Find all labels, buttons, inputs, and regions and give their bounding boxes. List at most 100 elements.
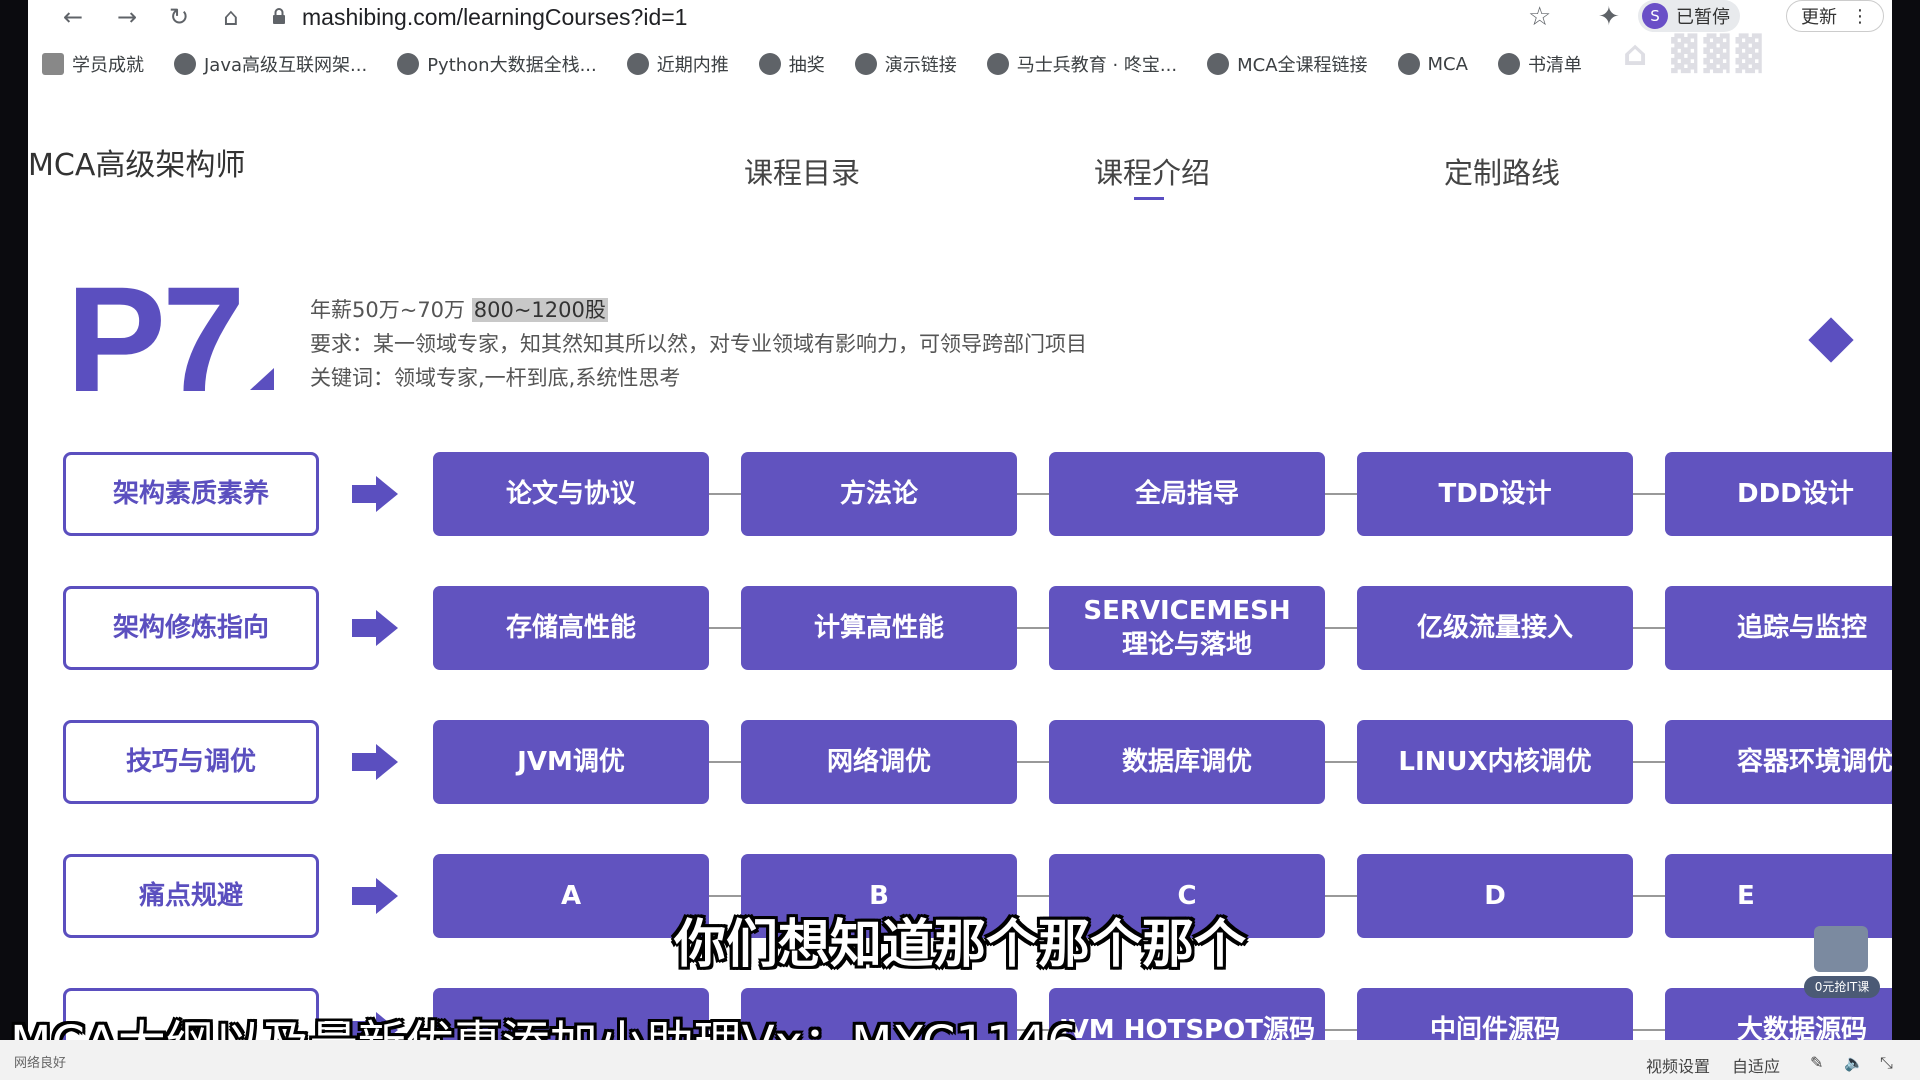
bookmark-item[interactable]: 马士兵教育 · 咚宝... [986,51,1178,77]
refresh-icon [626,53,649,75]
course-title: MCA高级架构师 [28,148,246,183]
course-widget[interactable]: 0元抢IT课 [1804,926,1880,1006]
tab-custom-route[interactable]: 定制路线 [1444,150,1560,192]
refresh-icon [1207,53,1230,75]
reload-icon[interactable]: ↻ [164,2,194,32]
bookmark-label: Java高级互联网架... [204,55,368,76]
category-box: 技巧与调优 [63,720,319,804]
watermark-logo: ⌂ ▓▓▓ [1623,34,1768,74]
update-label: 更新 [1801,7,1837,28]
profile-button[interactable]: S 已暂停 [1638,0,1740,32]
globe-icon [758,53,781,75]
salary-highlight: 800~1200股 [471,298,608,322]
arrow-right-icon [352,476,398,512]
bookmark-item[interactable]: MCA全课程链接 [1207,51,1368,77]
skill-tile[interactable]: 中间件源码 [1357,988,1633,1040]
volume-icon[interactable]: 🔈 [1844,1053,1864,1072]
skill-tile[interactable]: DDD设计 [1665,452,1892,536]
browser-toolbar: ← → ↻ ⌂ mashibing.com/learningCourses?id… [28,0,1892,34]
skill-tile[interactable]: JVM HOTSPOT源码 [1049,988,1325,1040]
bookmark-label: MCA全课程链接 [1237,55,1368,76]
globe-icon [854,53,877,75]
active-tab-indicator [1134,197,1164,200]
bookmarks-bar: 学员成就 Java高级互联网架... Python大数据全栈... 近期内推 抽奖 演示链… [28,46,1892,82]
keywords-line: 关键词：领域专家,一杆到底,系统性思考 [310,366,681,390]
bookmark-label: 学员成就 [72,55,144,76]
more-icon[interactable]: ⋮ [1851,6,1869,27]
address-bar[interactable]: mashibing.com/learningCourses?id=1 [276,1,687,33]
network-status: 网络良好 [14,1056,67,1071]
video-right-border [1892,0,1920,1080]
bookmark-item[interactable]: Java高级互联网架... [174,51,367,77]
bookmark-item[interactable]: 近期内推 [626,51,729,77]
bookmark-item[interactable]: MCA [1397,53,1468,75]
bookmark-label: 近期内推 [656,55,729,76]
widget-image [1814,926,1868,972]
skill-tile[interactable]: 容器环境调优 [1665,720,1892,804]
bookmark-label: MCA [1427,53,1468,75]
profile-status: 已暂停 [1676,7,1730,28]
skill-tile[interactable]: 计算高性能 [741,586,1017,670]
video-left-border [0,0,28,1080]
cube-icon [397,53,420,75]
bookmark-item[interactable]: Python大数据全栈... [397,51,597,77]
skill-tile[interactable]: 存储高性能 [433,586,709,670]
globe-icon [986,53,1009,75]
refresh-icon [1397,53,1420,75]
category-box: 架构修炼指向 [63,586,319,670]
adaptive-button[interactable]: 自适应 [1732,1053,1780,1077]
skill-tile[interactable]: C [1049,854,1325,938]
skill-tile[interactable]: LINUX内核调优 [1357,720,1633,804]
cube-icon [174,53,196,75]
widget-label: 0元抢IT课 [1804,976,1880,998]
skill-tile[interactable]: 论文与协议 [433,452,709,536]
url-text: mashibing.com/learningCourses?id=1 [302,4,688,30]
skill-tile[interactable]: B [741,854,1017,938]
category-box: 架构素质素养 [63,452,319,536]
back-icon[interactable]: ← [58,2,88,32]
avatar: S [1642,3,1668,29]
bookmark-label: 书清单 [1527,55,1582,76]
skill-tile[interactable]: 追踪与监控 [1665,586,1892,670]
arrow-right-icon [352,610,398,646]
level-badge: P7 [66,255,245,423]
bookmark-label: 马士兵教育 · 咚宝... [1016,55,1178,76]
tab-course-intro[interactable]: 课程介绍 [1094,150,1210,192]
update-button[interactable]: 更新 ⋮ [1786,0,1884,32]
star-icon[interactable]: ☆ [1528,2,1551,32]
video-settings-button[interactable]: 视频设置 [1646,1053,1710,1077]
bookmark-label: 演示链接 [884,55,957,76]
skill-tile[interactable]: JVM调优 [433,720,709,804]
list-icon [1497,53,1520,75]
skill-tile[interactable]: A [433,854,709,938]
skill-tile[interactable]: 方法论 [741,452,1017,536]
pin-icon[interactable]: ✎ [1810,1053,1823,1072]
bookmark-item[interactable]: 书清单 [1497,51,1582,77]
skill-tile[interactable]: D [1357,854,1633,938]
diamond-icon [1808,317,1854,363]
skill-tile[interactable]: 全局指导 [1049,452,1325,536]
skill-tile[interactable]: TDD设计 [1357,452,1633,536]
bookmark-item[interactable]: 学员成就 [42,51,144,77]
skill-tile[interactable]: SERVICEMESH 理论与落地 [1049,586,1325,670]
home-icon[interactable]: ⌂ [216,2,246,32]
forward-icon[interactable]: → [112,2,142,32]
requirement-line: 要求：某一领域专家，知其然知其所以然，对专业领域有影响力，可领导跨部门项目 [310,332,1087,356]
browser-screen: ← → ↻ ⌂ mashibing.com/learningCourses?id… [28,0,1892,1040]
skill-tile[interactable]: 亿级流量接入 [1357,586,1633,670]
arrow-right-icon [352,744,398,780]
skill-tile[interactable]: 数据库调优 [1049,720,1325,804]
folder-icon [42,53,64,75]
fullscreen-icon[interactable]: ⤡ [1880,1053,1893,1073]
category-box: 痛点规避 [63,854,319,938]
skill-tile[interactable]: 网络调优 [741,720,1017,804]
bookmark-item[interactable]: 抽奖 [758,51,825,77]
salary-line: 年薪50万~70万 800~1200股 [310,294,608,324]
player-control-bar [0,1040,1920,1080]
bookmark-item[interactable]: 演示链接 [854,51,957,77]
bookmark-label: 抽奖 [788,55,825,76]
extensions-icon[interactable]: ✦ [1598,2,1620,32]
triangle-icon [250,368,274,390]
tab-course-catalog[interactable]: 课程目录 [744,150,860,192]
bookmark-label: Python大数据全栈... [427,55,597,76]
